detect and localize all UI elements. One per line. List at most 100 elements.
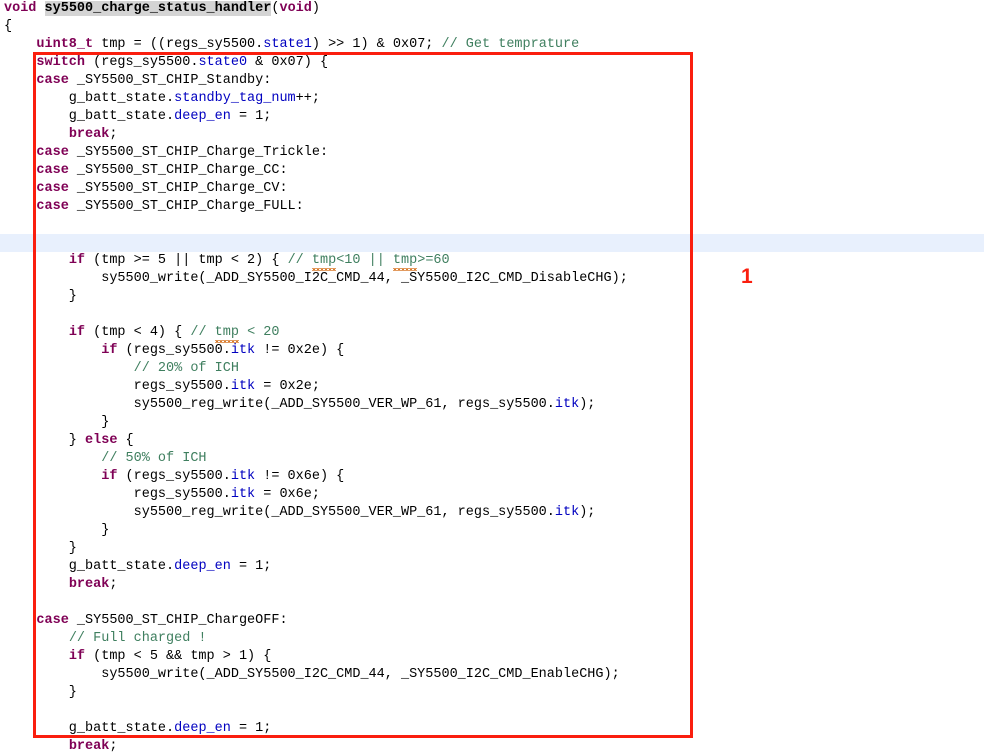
code-line[interactable]: case _SY5500_ST_CHIP_Charge_CC: bbox=[0, 162, 984, 180]
field-token: itk bbox=[230, 343, 256, 358]
code-line[interactable]: g_batt_state.standby_tag_num++; bbox=[0, 90, 984, 108]
code-line[interactable]: break; bbox=[0, 126, 984, 144]
code-line[interactable]: g_batt_state.deep_en = 1; bbox=[0, 558, 984, 576]
code-line[interactable]: if (tmp < 5 && tmp > 1) { bbox=[0, 648, 984, 666]
statement-token: sy5500_write(_ADD_SY5500_I2C_CMD_44, _SY… bbox=[4, 667, 620, 682]
code-line[interactable]: // Full charged ! bbox=[0, 630, 984, 648]
keyword-token: if bbox=[68, 649, 86, 664]
code-line[interactable]: } bbox=[0, 540, 984, 558]
comment-token: <10 || bbox=[336, 253, 393, 268]
code-line-list: void sy5500_charge_status_handler(void) … bbox=[0, 0, 984, 756]
code-line[interactable]: case _SY5500_ST_CHIP_Charge_CV: bbox=[0, 180, 984, 198]
code-line[interactable]: } bbox=[0, 522, 984, 540]
expression-token: ) >> 1) & 0x07; bbox=[311, 37, 442, 52]
case-label-token: _SY5500_ST_CHIP_Charge_CV: bbox=[68, 181, 288, 196]
case-label-token: _SY5500_ST_CHIP_Standby: bbox=[68, 73, 272, 88]
expression-token: tmp = ((regs_sy5500. bbox=[93, 37, 264, 52]
expression-token: ++; bbox=[295, 91, 320, 106]
expression-token: regs_sy5500. bbox=[4, 379, 231, 394]
comment-token: // 20% of ICH bbox=[133, 361, 239, 376]
brace-token: } bbox=[4, 415, 110, 430]
field-token: itk bbox=[554, 505, 580, 520]
case-label-token: _SY5500_ST_CHIP_Charge_Trickle: bbox=[68, 145, 329, 160]
field-token: itk bbox=[230, 487, 256, 502]
comment-token: // 50% of ICH bbox=[101, 451, 207, 466]
case-label-token: _SY5500_ST_CHIP_Charge_FULL: bbox=[68, 199, 304, 214]
expression-token: (regs_sy5500. bbox=[117, 343, 231, 358]
misspelled-word: tmp bbox=[214, 325, 240, 343]
code-line[interactable]: } bbox=[0, 684, 984, 702]
code-line[interactable]: sy5500_write(_ADD_SY5500_I2C_CMD_44, _SY… bbox=[0, 270, 984, 288]
brace-token: } bbox=[4, 685, 77, 700]
keyword-token: if bbox=[101, 343, 118, 358]
code-line[interactable]: if (regs_sy5500.itk != 0x2e) { bbox=[0, 342, 984, 360]
code-line[interactable]: break; bbox=[0, 576, 984, 594]
keyword-token: void bbox=[4, 1, 37, 16]
code-line[interactable]: g_batt_state.deep_en = 1; bbox=[0, 720, 984, 738]
code-line[interactable]: break; bbox=[0, 738, 984, 756]
misspelled-word: tmp bbox=[311, 253, 337, 271]
code-line-blank[interactable] bbox=[0, 216, 984, 234]
expression-token: g_batt_state. bbox=[4, 91, 175, 106]
code-editor[interactable]: void sy5500_charge_status_handler(void) … bbox=[0, 0, 984, 754]
punct-token: ; bbox=[109, 127, 118, 142]
code-line[interactable]: g_batt_state.deep_en = 1; bbox=[0, 108, 984, 126]
code-line[interactable]: // 20% of ICH bbox=[0, 360, 984, 378]
code-line[interactable]: case _SY5500_ST_CHIP_ChargeOFF: bbox=[0, 612, 984, 630]
keyword-token: if bbox=[68, 325, 86, 340]
field-token: standby_tag_num bbox=[174, 91, 296, 106]
code-line[interactable]: sy5500_reg_write(_ADD_SY5500_VER_WP_61, … bbox=[0, 396, 984, 414]
keyword-token: case bbox=[36, 145, 69, 160]
punct-token: ); bbox=[579, 397, 596, 412]
code-line[interactable]: case _SY5500_ST_CHIP_Standby: bbox=[0, 72, 984, 90]
code-line[interactable]: if (regs_sy5500.itk != 0x6e) { bbox=[0, 468, 984, 486]
comment-token: >=60 bbox=[417, 253, 450, 268]
code-line[interactable]: if (tmp < 4) { // tmp < 20 bbox=[0, 324, 984, 343]
keyword-token: case bbox=[36, 181, 69, 196]
expression-token: = 1; bbox=[230, 559, 272, 574]
expression-token: = 1; bbox=[230, 109, 272, 124]
code-line[interactable]: uint8_t tmp = ((regs_sy5500.state1) >> 1… bbox=[0, 36, 984, 55]
comment-token: // Get bbox=[441, 37, 499, 52]
keyword-token: case bbox=[36, 199, 69, 214]
brace-token: } bbox=[4, 541, 77, 556]
code-line[interactable]: { bbox=[0, 18, 984, 36]
code-line-current[interactable] bbox=[0, 234, 984, 252]
field-token: itk bbox=[554, 397, 580, 412]
code-line-blank[interactable] bbox=[0, 306, 984, 324]
expression-token: (tmp < 5 && tmp > 1) { bbox=[85, 649, 272, 664]
comment-token: // bbox=[287, 253, 312, 268]
code-line[interactable]: } bbox=[0, 288, 984, 306]
code-line[interactable]: switch (regs_sy5500.state0 & 0x07) { bbox=[0, 54, 984, 72]
code-line[interactable]: } bbox=[0, 414, 984, 432]
function-name-occurrence: sy5500_charge_status_handler bbox=[44, 1, 272, 16]
code-line-blank[interactable] bbox=[0, 594, 984, 612]
code-line[interactable]: regs_sy5500.itk = 0x6e; bbox=[0, 486, 984, 504]
code-line[interactable]: // 50% of ICH bbox=[0, 450, 984, 468]
code-line[interactable]: } else { bbox=[0, 432, 984, 450]
field-token: deep_en bbox=[174, 721, 231, 736]
code-line[interactable]: case _SY5500_ST_CHIP_Charge_FULL: bbox=[0, 198, 984, 216]
code-line[interactable]: sy5500_write(_ADD_SY5500_I2C_CMD_44, _SY… bbox=[0, 666, 984, 684]
code-line[interactable]: void sy5500_charge_status_handler(void) bbox=[0, 0, 984, 18]
code-line[interactable]: case _SY5500_ST_CHIP_Charge_Trickle: bbox=[0, 144, 984, 162]
expression-token: regs_sy5500. bbox=[4, 487, 231, 502]
keyword-token: switch bbox=[36, 55, 86, 70]
code-line[interactable]: if (tmp >= 5 || tmp < 2) { // tmp<10 || … bbox=[0, 252, 984, 271]
code-line[interactable]: sy5500_reg_write(_ADD_SY5500_VER_WP_61, … bbox=[0, 504, 984, 522]
code-line-blank[interactable] bbox=[0, 702, 984, 720]
code-line[interactable]: regs_sy5500.itk = 0x2e; bbox=[0, 378, 984, 396]
keyword-token: if bbox=[68, 253, 86, 268]
expression-token: = 0x2e; bbox=[255, 379, 320, 394]
